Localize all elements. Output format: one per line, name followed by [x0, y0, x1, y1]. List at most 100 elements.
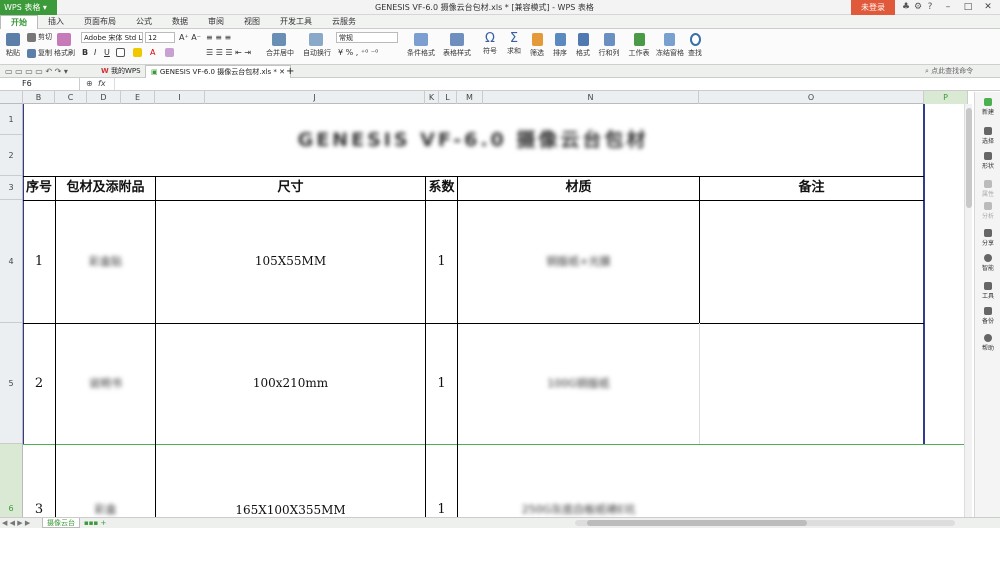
font-size-select[interactable]: 12	[145, 32, 175, 43]
vertical-scrollbar[interactable]	[964, 104, 972, 517]
currency-button[interactable]: ¥	[338, 48, 343, 57]
sidebar-new[interactable]: 新建	[975, 98, 1000, 116]
symbol-button[interactable]: Ω 符号	[482, 32, 498, 56]
sidebar-tools[interactable]: 工具	[975, 282, 1000, 300]
sheet-tab[interactable]: 摄像云台	[42, 518, 80, 528]
percent-button[interactable]: %	[346, 48, 354, 57]
scroll-thumb[interactable]	[966, 108, 972, 208]
col-header-i[interactable]: I	[155, 91, 205, 104]
minimize-icon[interactable]: –	[938, 0, 958, 15]
sidebar-select[interactable]: 选择	[975, 127, 1000, 145]
col-header-l[interactable]: L	[439, 91, 457, 104]
tab-view[interactable]: 视图	[234, 15, 270, 29]
format-painter-button[interactable]: 格式刷	[54, 33, 75, 58]
tab-page-layout[interactable]: 页面布局	[74, 15, 126, 29]
close-icon[interactable]: ✕	[978, 0, 998, 15]
settings-icon[interactable]: ⚙	[912, 0, 924, 15]
command-search[interactable]: ⌕ 点此查找命令	[920, 65, 978, 78]
sidebar-properties[interactable]: 属性	[975, 180, 1000, 198]
number-buttons: ¥ % , ⁺⁰ ⁻⁰	[338, 48, 378, 57]
maximize-icon[interactable]: □	[958, 0, 978, 15]
app-menu-button[interactable]: WPS 表格 ▾	[0, 0, 57, 15]
find-button[interactable]: 查找	[686, 33, 704, 58]
sidebar-analysis[interactable]: 分析	[975, 202, 1000, 220]
sidebar-share[interactable]: 分享	[975, 229, 1000, 247]
formula-input[interactable]	[114, 78, 964, 90]
italic-button[interactable]: I	[94, 48, 96, 57]
new-tab-button[interactable]: +	[281, 65, 299, 78]
tab-review[interactable]: 审阅	[198, 15, 234, 29]
tab-home[interactable]: 开始	[0, 15, 38, 29]
sidebar-help[interactable]: 帮助	[975, 334, 1000, 352]
bulb-icon	[984, 254, 992, 262]
col-header-k[interactable]: K	[425, 91, 439, 104]
tab-formulas[interactable]: 公式	[126, 15, 162, 29]
font-color-button[interactable]: A	[150, 48, 155, 57]
font-grow-shrink[interactable]: A⁺ A⁻	[179, 33, 201, 42]
ribbon-toolbar: 粘贴 剪切 复制 格式刷 Adobe 宋体 Std L 12 A⁺ A⁻ B I…	[0, 29, 1000, 65]
wrap-text-button[interactable]: 自动换行	[303, 33, 331, 58]
bold-button[interactable]: B	[82, 48, 88, 57]
conditional-format-button[interactable]: 条件格式	[406, 33, 436, 58]
horizontal-scroll-thumb[interactable]	[587, 520, 807, 526]
sheet-nav-arrows[interactable]: ◀ ◀ ▶ ▶	[2, 518, 30, 528]
clear-format-button[interactable]	[165, 48, 176, 57]
fill-color-button[interactable]	[133, 48, 144, 57]
spreadsheet-grid[interactable]: GENESIS VF-6.0 摄像云台包材 序号 包材及添附品 尺寸 系数 材质…	[23, 104, 968, 517]
col-header-e[interactable]: E	[121, 91, 155, 104]
format-button[interactable]: 格式	[574, 33, 592, 58]
decimal-buttons[interactable]: ⁺⁰ ⁻⁰	[361, 48, 378, 57]
filter-button[interactable]: 筛选	[528, 33, 546, 58]
row-header-6[interactable]: 6	[0, 444, 22, 517]
align-top-row[interactable]: ≡ ≡ ≡	[206, 33, 231, 42]
col-header-m[interactable]: M	[457, 91, 483, 104]
tab-cloud[interactable]: 云服务	[322, 15, 366, 29]
freeze-panes-button[interactable]: 冻结窗格	[656, 33, 684, 58]
sidebar-smart[interactable]: 智能	[975, 254, 1000, 272]
name-box[interactable]: F6	[0, 78, 80, 90]
row-header-1[interactable]: 1	[0, 104, 22, 135]
worksheet-button[interactable]: 工作表	[626, 33, 652, 58]
col-header-p[interactable]: P	[924, 91, 968, 104]
tab-developer[interactable]: 开发工具	[270, 15, 322, 29]
row-header-2[interactable]: 2	[0, 135, 22, 176]
font-name-select[interactable]: Adobe 宋体 Std L	[81, 32, 143, 43]
row-header-4[interactable]: 4	[0, 200, 22, 323]
copy-button[interactable]: 复制	[27, 48, 52, 58]
col-header-n[interactable]: N	[483, 91, 699, 104]
row-header-5[interactable]: 5	[0, 323, 22, 444]
col-header-o[interactable]: O	[699, 91, 924, 104]
zoom-formula-icon[interactable]: ⊕	[86, 78, 93, 90]
merge-center-button[interactable]: 合并居中	[266, 33, 294, 58]
thousands-button[interactable]: ,	[356, 48, 359, 57]
border-button[interactable]	[116, 48, 127, 57]
sort-button[interactable]: 排序	[551, 33, 569, 58]
skin-icon[interactable]: ♣	[900, 0, 912, 15]
align-horizontal-row[interactable]: ☰ ☰ ☰ ⇤ ⇥	[206, 48, 251, 57]
sum-button[interactable]: Σ 求和	[506, 32, 522, 56]
row-header-3[interactable]: 3	[0, 176, 22, 200]
login-button[interactable]: 未登录	[851, 0, 895, 15]
sidebar-shape[interactable]: 形状	[975, 152, 1000, 170]
add-sheet-icon[interactable]: ▪▪▪ +	[84, 518, 106, 528]
rows-cols-button[interactable]: 行和列	[597, 33, 621, 58]
table-style-button[interactable]: 表格样式	[441, 33, 473, 58]
number-format-select[interactable]: 常规	[336, 32, 398, 43]
tab-data[interactable]: 数据	[162, 15, 198, 29]
col-header-j[interactable]: J	[205, 91, 425, 104]
col-header-c[interactable]: C	[55, 91, 87, 104]
help-icon[interactable]: ?	[924, 0, 936, 15]
col-header-d[interactable]: D	[87, 91, 121, 104]
col-header-b[interactable]: B	[23, 91, 55, 104]
doc-tab-file[interactable]: ▣ GENESIS VF-6.0 摄像云台包材.xls * ✕	[145, 65, 292, 78]
cut-button[interactable]: 剪切	[27, 32, 52, 42]
fx-button[interactable]: fx	[98, 78, 106, 90]
underline-button[interactable]: U	[104, 48, 110, 57]
select-all-corner[interactable]	[0, 91, 23, 104]
paste-button[interactable]: 粘贴	[4, 33, 22, 58]
quick-access-icons[interactable]: ▭ ▭ ▭ ▭ ↶ ↷ ▾	[0, 65, 73, 78]
sidebar-backup[interactable]: 备份	[975, 307, 1000, 325]
horizontal-scrollbar[interactable]	[575, 520, 955, 526]
doc-tab-home[interactable]: W 我的WPS	[96, 65, 146, 78]
tab-insert[interactable]: 插入	[38, 15, 74, 29]
